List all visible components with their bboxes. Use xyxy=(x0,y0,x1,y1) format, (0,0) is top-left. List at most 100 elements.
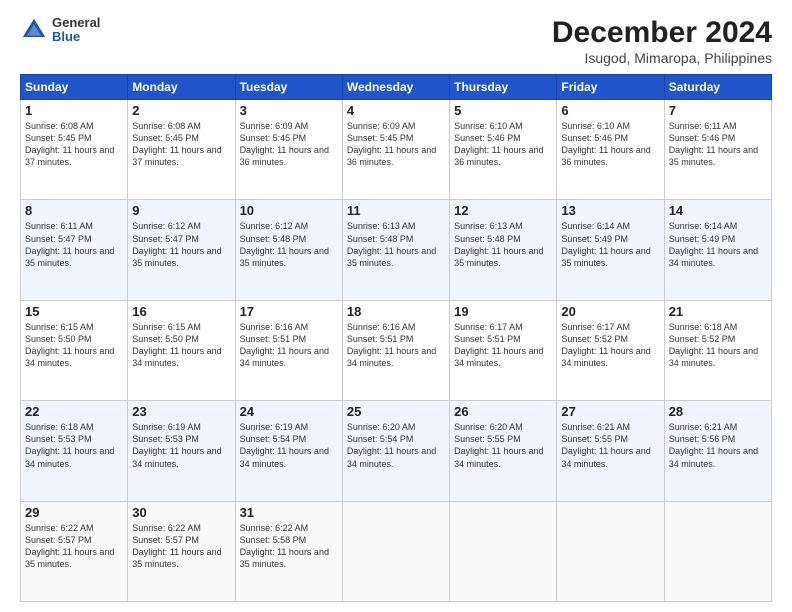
day-number: 31 xyxy=(240,505,338,520)
calendar-cell: 5Sunrise: 6:10 AMSunset: 5:46 PMDaylight… xyxy=(450,100,557,200)
calendar-cell xyxy=(342,501,449,601)
day-number: 24 xyxy=(240,404,338,419)
col-wednesday: Wednesday xyxy=(342,75,449,100)
col-monday: Monday xyxy=(128,75,235,100)
calendar-cell: 9Sunrise: 6:12 AMSunset: 5:47 PMDaylight… xyxy=(128,200,235,300)
day-number: 21 xyxy=(669,304,767,319)
calendar-cell: 30 Sunrise: 6:22 AMSunset: 5:57 PMDayligh… xyxy=(128,501,235,601)
calendar-week-row: 8 Sunrise: 6:11 AMSunset: 5:47 PMDaylight… xyxy=(21,200,772,300)
calendar-cell: 25 Sunrise: 6:20 AMSunset: 5:54 PMDayligh… xyxy=(342,401,449,501)
day-info: Sunrise: 6:11 AMSunset: 5:46 PMDaylight:… xyxy=(669,120,767,169)
day-info: Sunrise: 6:22 AMSunset: 5:57 PMDaylight:… xyxy=(25,522,123,571)
logo-blue: Blue xyxy=(52,30,100,44)
day-info: Sunrise: 6:08 AMSunset: 5:45 PMDaylight:… xyxy=(25,120,123,169)
day-info: Sunrise: 6:16 AMSunset: 5:51 PMDaylight:… xyxy=(240,321,338,370)
calendar-cell: 29Sunrise: 6:22 AMSunset: 5:57 PMDayligh… xyxy=(21,501,128,601)
calendar-cell: 10Sunrise: 6:12 AMSunset: 5:48 PMDayligh… xyxy=(235,200,342,300)
calendar-cell: 17 Sunrise: 6:16 AMSunset: 5:51 PMDayligh… xyxy=(235,300,342,400)
logo-icon xyxy=(20,16,48,44)
calendar-table: Sunday Monday Tuesday Wednesday Thursday… xyxy=(20,74,772,602)
day-number: 15 xyxy=(25,304,123,319)
day-info: Sunrise: 6:10 AMSunset: 5:46 PMDaylight:… xyxy=(561,120,659,169)
page-title: December 2024 xyxy=(552,16,772,50)
calendar-cell: 18 Sunrise: 6:16 AMSunset: 5:51 PMDayligh… xyxy=(342,300,449,400)
day-number: 9 xyxy=(132,203,230,218)
calendar-cell: 22 Sunrise: 6:18 AMSunset: 5:53 PMDayligh… xyxy=(21,401,128,501)
day-number: 22 xyxy=(25,404,123,419)
day-number: 26 xyxy=(454,404,552,419)
day-number: 14 xyxy=(669,203,767,218)
day-info: Sunrise: 6:10 AMSunset: 5:46 PMDaylight:… xyxy=(454,120,552,169)
logo: General Blue xyxy=(20,16,100,45)
calendar-header-row: Sunday Monday Tuesday Wednesday Thursday… xyxy=(21,75,772,100)
day-number: 18 xyxy=(347,304,445,319)
day-info: Sunrise: 6:14 AMSunset: 5:49 PMDaylight:… xyxy=(561,220,659,269)
calendar-cell xyxy=(664,501,771,601)
day-info: Sunrise: 6:15 AMSunset: 5:50 PMDaylight:… xyxy=(25,321,123,370)
calendar-week-row: 15 Sunrise: 6:15 AMSunset: 5:50 PMDayligh… xyxy=(21,300,772,400)
col-saturday: Saturday xyxy=(664,75,771,100)
col-tuesday: Tuesday xyxy=(235,75,342,100)
day-number: 6 xyxy=(561,103,659,118)
day-info: Sunrise: 6:19 AMSunset: 5:53 PMDaylight:… xyxy=(132,421,230,470)
day-number: 30 xyxy=(132,505,230,520)
calendar-week-row: 22 Sunrise: 6:18 AMSunset: 5:53 PMDayligh… xyxy=(21,401,772,501)
calendar-cell: 21 Sunrise: 6:18 AMSunset: 5:52 PMDayligh… xyxy=(664,300,771,400)
logo-text: General Blue xyxy=(52,16,100,45)
calendar-cell xyxy=(557,501,664,601)
calendar-cell: 28Sunrise: 6:21 AMSunset: 5:56 PMDayligh… xyxy=(664,401,771,501)
day-info: Sunrise: 6:19 AMSunset: 5:54 PMDaylight:… xyxy=(240,421,338,470)
calendar-cell: 26 Sunrise: 6:20 AMSunset: 5:55 PMDayligh… xyxy=(450,401,557,501)
calendar-cell: 12Sunrise: 6:13 AMSunset: 5:48 PMDayligh… xyxy=(450,200,557,300)
calendar-cell xyxy=(450,501,557,601)
day-info: Sunrise: 6:20 AMSunset: 5:54 PMDaylight:… xyxy=(347,421,445,470)
day-info: Sunrise: 6:08 AMSunset: 5:45 PMDaylight:… xyxy=(132,120,230,169)
page: General Blue December 2024 Isugod, Mimar… xyxy=(0,0,792,612)
day-info: Sunrise: 6:09 AMSunset: 5:45 PMDaylight:… xyxy=(347,120,445,169)
calendar-cell: 24 Sunrise: 6:19 AMSunset: 5:54 PMDayligh… xyxy=(235,401,342,501)
day-info: Sunrise: 6:13 AMSunset: 5:48 PMDaylight:… xyxy=(347,220,445,269)
day-info: Sunrise: 6:14 AMSunset: 5:49 PMDaylight:… xyxy=(669,220,767,269)
logo-general: General xyxy=(52,16,100,30)
day-number: 23 xyxy=(132,404,230,419)
day-number: 17 xyxy=(240,304,338,319)
day-info: Sunrise: 6:18 AMSunset: 5:52 PMDaylight:… xyxy=(669,321,767,370)
day-info: Sunrise: 6:22 AMSunset: 5:57 PMDaylight:… xyxy=(132,522,230,571)
day-number: 1 xyxy=(25,103,123,118)
day-info: Sunrise: 6:22 AMSunset: 5:58 PMDaylight:… xyxy=(240,522,338,571)
calendar-week-row: 1 Sunrise: 6:08 AMSunset: 5:45 PMDaylight… xyxy=(21,100,772,200)
day-number: 19 xyxy=(454,304,552,319)
calendar-cell: 8 Sunrise: 6:11 AMSunset: 5:47 PMDaylight… xyxy=(21,200,128,300)
calendar-week-row: 29Sunrise: 6:22 AMSunset: 5:57 PMDayligh… xyxy=(21,501,772,601)
calendar-cell: 6 Sunrise: 6:10 AMSunset: 5:46 PMDaylight… xyxy=(557,100,664,200)
col-friday: Friday xyxy=(557,75,664,100)
calendar-cell: 27Sunrise: 6:21 AMSunset: 5:55 PMDayligh… xyxy=(557,401,664,501)
day-info: Sunrise: 6:17 AMSunset: 5:52 PMDaylight:… xyxy=(561,321,659,370)
day-number: 13 xyxy=(561,203,659,218)
day-info: Sunrise: 6:21 AMSunset: 5:56 PMDaylight:… xyxy=(669,421,767,470)
col-thursday: Thursday xyxy=(450,75,557,100)
day-number: 3 xyxy=(240,103,338,118)
calendar-cell: 15 Sunrise: 6:15 AMSunset: 5:50 PMDayligh… xyxy=(21,300,128,400)
day-number: 8 xyxy=(25,203,123,218)
day-info: Sunrise: 6:18 AMSunset: 5:53 PMDaylight:… xyxy=(25,421,123,470)
day-number: 25 xyxy=(347,404,445,419)
calendar-cell: 3Sunrise: 6:09 AMSunset: 5:45 PMDaylight… xyxy=(235,100,342,200)
calendar-cell: 19 Sunrise: 6:17 AMSunset: 5:51 PMDayligh… xyxy=(450,300,557,400)
day-info: Sunrise: 6:17 AMSunset: 5:51 PMDaylight:… xyxy=(454,321,552,370)
page-subtitle: Isugod, Mimaropa, Philippines xyxy=(552,50,772,66)
day-info: Sunrise: 6:20 AMSunset: 5:55 PMDaylight:… xyxy=(454,421,552,470)
calendar-cell: 4Sunrise: 6:09 AMSunset: 5:45 PMDaylight… xyxy=(342,100,449,200)
day-info: Sunrise: 6:21 AMSunset: 5:55 PMDaylight:… xyxy=(561,421,659,470)
header: General Blue December 2024 Isugod, Mimar… xyxy=(20,16,772,66)
day-info: Sunrise: 6:11 AMSunset: 5:47 PMDaylight:… xyxy=(25,220,123,269)
calendar-cell: 13 Sunrise: 6:14 AMSunset: 5:49 PMDayligh… xyxy=(557,200,664,300)
day-info: Sunrise: 6:16 AMSunset: 5:51 PMDaylight:… xyxy=(347,321,445,370)
day-number: 20 xyxy=(561,304,659,319)
day-info: Sunrise: 6:15 AMSunset: 5:50 PMDaylight:… xyxy=(132,321,230,370)
calendar-cell: 14 Sunrise: 6:14 AMSunset: 5:49 PMDayligh… xyxy=(664,200,771,300)
day-number: 2 xyxy=(132,103,230,118)
col-sunday: Sunday xyxy=(21,75,128,100)
calendar-cell: 16 Sunrise: 6:15 AMSunset: 5:50 PMDayligh… xyxy=(128,300,235,400)
day-number: 16 xyxy=(132,304,230,319)
